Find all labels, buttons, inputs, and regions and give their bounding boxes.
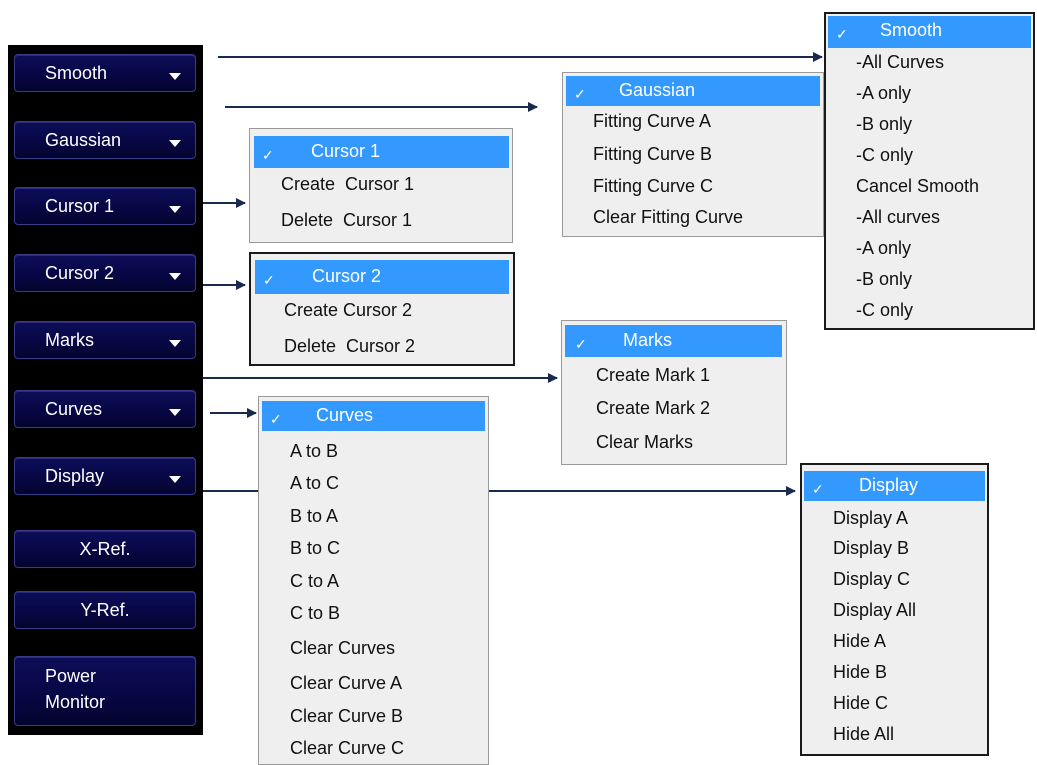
cursor2-menu-header[interactable]: ✓ Cursor 2 — [255, 260, 509, 294]
menu-item[interactable]: -B only — [856, 269, 912, 290]
smooth-menu-header[interactable]: ✓ Smooth — [828, 16, 1031, 48]
display-menu-header[interactable]: ✓ Display — [804, 471, 985, 501]
cursor1-menu-header-label: Cursor 1 — [311, 141, 381, 161]
gaussian-menu-header[interactable]: ✓ Gaussian — [566, 76, 820, 106]
gaussian-menu-header-label: Gaussian — [619, 80, 696, 100]
check-icon: ✓ — [812, 481, 824, 497]
display-menu: ✓ Display Display A Display B Display C … — [800, 463, 989, 756]
marks-menu-header[interactable]: ✓ Marks — [565, 325, 782, 357]
menu-item[interactable]: B to C — [290, 538, 340, 559]
menu-item[interactable]: Delete Cursor 1 — [281, 210, 412, 231]
curves-menu-header[interactable]: ✓ Curves — [262, 401, 485, 431]
menu-item[interactable]: Hide A — [833, 631, 886, 652]
menu-item[interactable]: Create Mark 1 — [596, 365, 710, 386]
menu-item[interactable]: Cancel Smooth — [856, 176, 979, 197]
menu-item[interactable]: Display C — [833, 569, 910, 590]
menu-item[interactable]: Display All — [833, 600, 916, 621]
menu-item[interactable]: A to C — [290, 473, 339, 494]
menu-item[interactable]: Create Mark 2 — [596, 398, 710, 419]
menu-item[interactable]: B to A — [290, 506, 338, 527]
gaussian-menu: ✓ Gaussian Fitting Curve A Fitting Curve… — [562, 72, 824, 237]
menu-item[interactable]: -B only — [856, 114, 912, 135]
menu-item[interactable]: Create Cursor 2 — [284, 300, 412, 321]
cursor1-menu: ✓ Cursor 1 Create Cursor 1 Delete Cursor… — [249, 128, 513, 243]
curves-menu-header-label: Curves — [316, 405, 374, 425]
menu-item[interactable]: Fitting Curve A — [593, 111, 711, 132]
menu-item[interactable]: -C only — [856, 145, 913, 166]
menu-item[interactable]: C to B — [290, 603, 340, 624]
menu-item[interactable]: Fitting Curve C — [593, 176, 713, 197]
menu-item[interactable]: A to B — [290, 441, 338, 462]
menu-item[interactable]: Clear Curve B — [290, 706, 403, 727]
check-icon: ✓ — [836, 26, 848, 42]
menu-item[interactable]: Display B — [833, 538, 909, 559]
menu-item[interactable]: Clear Curve A — [290, 673, 402, 694]
check-icon: ✓ — [262, 147, 274, 163]
menu-item[interactable]: Clear Fitting Curve — [593, 207, 743, 228]
cursor2-menu: ✓ Cursor 2 Create Cursor 2 Delete Cursor… — [249, 252, 515, 366]
menu-item[interactable]: Hide B — [833, 662, 887, 683]
menu-item[interactable]: C to A — [290, 571, 339, 592]
menu-item[interactable]: Display A — [833, 508, 908, 529]
check-icon: ✓ — [270, 411, 282, 427]
cursor1-menu-header[interactable]: ✓ Cursor 1 — [254, 136, 509, 168]
menu-item[interactable]: Create Cursor 1 — [281, 174, 414, 195]
curves-menu: ✓ Curves A to B A to C B to A B to C C t… — [258, 396, 489, 765]
menu-item[interactable]: Clear Marks — [596, 432, 693, 453]
menu-item[interactable]: -All curves — [856, 207, 940, 228]
check-icon: ✓ — [575, 336, 587, 352]
smooth-menu-header-label: Smooth — [880, 20, 943, 40]
menu-item[interactable]: Clear Curves — [290, 638, 395, 659]
menu-item[interactable]: Hide C — [833, 693, 888, 714]
check-icon: ✓ — [263, 272, 275, 288]
marks-menu-header-label: Marks — [623, 330, 672, 350]
menu-item[interactable]: -C only — [856, 300, 913, 321]
menu-item[interactable]: -A only — [856, 238, 911, 259]
menu-item[interactable]: -A only — [856, 83, 911, 104]
cursor2-menu-header-label: Cursor 2 — [312, 266, 382, 286]
marks-menu: ✓ Marks Create Mark 1 Create Mark 2 Clea… — [561, 320, 787, 465]
menu-item[interactable]: Hide All — [833, 724, 894, 745]
menu-item[interactable]: -All Curves — [856, 52, 944, 73]
menu-item[interactable]: Clear Curve C — [290, 738, 404, 759]
smooth-menu: ✓ Smooth -All Curves -A only -B only -C … — [824, 12, 1035, 330]
menu-item[interactable]: Fitting Curve B — [593, 144, 712, 165]
check-icon: ✓ — [574, 86, 586, 102]
menu-item[interactable]: Delete Cursor 2 — [284, 336, 415, 357]
display-menu-header-label: Display — [859, 475, 919, 495]
